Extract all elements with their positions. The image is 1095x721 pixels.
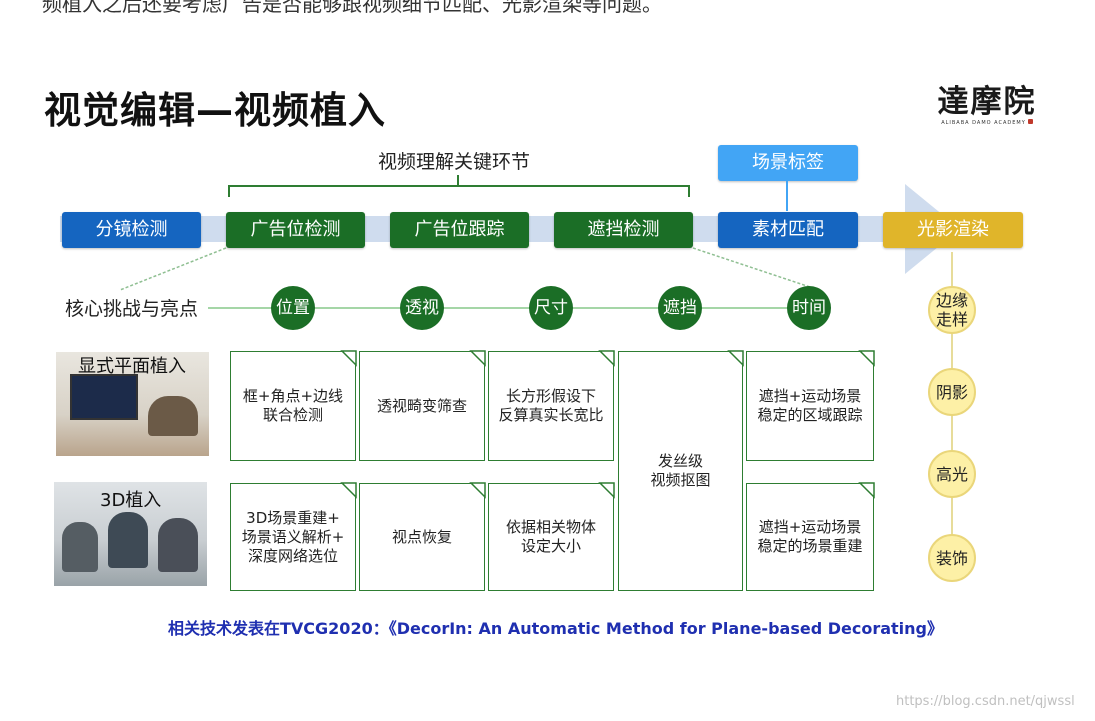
- explicit-plane-photo: 显式平面植入: [56, 352, 209, 456]
- card-explicit-time: 遮挡+运动场景 稳定的区域跟踪: [746, 351, 874, 461]
- card-3d-perspective: 视点恢复: [359, 483, 485, 591]
- card-3d-size: 依据相关物体 设定大小: [488, 483, 614, 591]
- lighting-decoration: 装饰: [928, 534, 976, 582]
- challenge-position: 位置: [271, 286, 315, 330]
- challenge-perspective: 透视: [400, 286, 444, 330]
- row-label-3d-insert: 3D植入: [100, 490, 162, 511]
- person-left-image: [62, 522, 98, 572]
- card-shared-occlusion: 发丝级 视频抠图: [618, 351, 743, 591]
- card-explicit-perspective: 透视畸变筛查: [359, 351, 485, 461]
- card-3d-position: 3D场景重建+ 场景语义解析+ 深度网络选位: [230, 483, 356, 591]
- core-challenges-label: 核心挑战与亮点: [65, 298, 199, 320]
- card-3d-time: 遮挡+运动场景 稳定的场景重建: [746, 483, 874, 591]
- lighting-shadow: 阴影: [928, 368, 976, 416]
- card-explicit-position: 框+角点+边线 联合检测: [230, 351, 356, 461]
- 3d-insert-photo: 3D植入: [54, 482, 207, 586]
- watermark-url: https://blog.csdn.net/qjwssl: [896, 694, 1075, 709]
- card-explicit-size: 长方形假设下 反算真实长宽比: [488, 351, 614, 461]
- person-right-image: [158, 518, 198, 572]
- lighting-highlight: 高光: [928, 450, 976, 498]
- lighting-edge-aliasing: 边缘 走样: [928, 286, 976, 334]
- people-silhouette-image: [148, 396, 198, 436]
- challenge-time: 时间: [787, 286, 831, 330]
- challenge-occlusion: 遮挡: [658, 286, 702, 330]
- row-label-explicit-plane: 显式平面植入: [78, 356, 186, 377]
- person-center-image: [108, 512, 148, 568]
- challenge-size: 尺寸: [529, 286, 573, 330]
- tv-screen-image: [70, 374, 138, 420]
- citation-text: 相关技术发表在TVCG2020：《DecorIn: An Automatic M…: [168, 619, 943, 638]
